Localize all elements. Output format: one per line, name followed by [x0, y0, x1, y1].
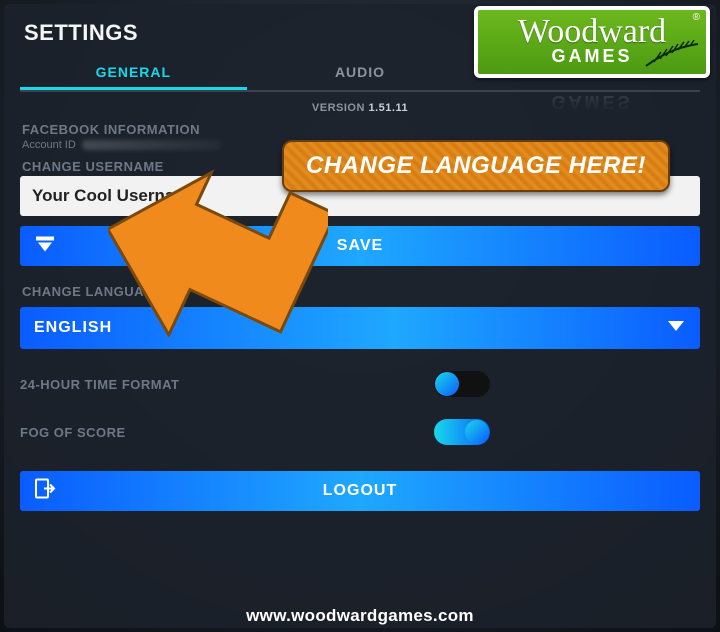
chevron-down-icon	[666, 319, 686, 338]
tab-general[interactable]: GENERAL	[20, 54, 247, 90]
fern-icon	[640, 40, 700, 70]
time-format-row: 24-HOUR TIME FORMAT	[20, 371, 700, 397]
language-selected: ENGLISH	[34, 319, 112, 337]
fog-toggle[interactable]	[434, 419, 490, 445]
version-label: VERSION	[312, 102, 365, 114]
account-id-label: Account ID	[22, 139, 76, 151]
tab-audio[interactable]: AUDIO	[247, 54, 474, 90]
fog-row: FOG OF SCORE	[20, 419, 700, 445]
save-button[interactable]: SAVE	[20, 226, 700, 266]
registered-mark: ®	[693, 12, 700, 23]
settings-panel: SETTINGS GENERAL AUDIO GRAPHICS VERSION …	[4, 4, 716, 628]
woodward-games-logo: ® Woodward GAMES	[474, 6, 710, 78]
language-dropdown[interactable]: ENGLISH	[20, 307, 700, 349]
version-value: 1.51.11	[368, 102, 408, 114]
logout-label: LOGOUT	[323, 482, 397, 500]
version-text: VERSION 1.51.11	[20, 102, 700, 114]
save-icon	[34, 235, 56, 258]
account-id-value-redacted	[82, 140, 222, 150]
save-label: SAVE	[337, 237, 383, 255]
toggle-knob	[465, 420, 489, 444]
language-heading: CHANGE LANGUAGE	[22, 284, 700, 299]
logout-icon	[34, 478, 56, 505]
fog-label: FOG OF SCORE	[20, 425, 126, 440]
logout-button[interactable]: LOGOUT	[20, 471, 700, 511]
footer-url: www.woodwardgames.com	[0, 606, 720, 626]
facebook-heading: FACEBOOK INFORMATION	[22, 122, 700, 137]
time-format-label: 24-HOUR TIME FORMAT	[20, 377, 179, 392]
toggle-knob	[435, 372, 459, 396]
time-format-toggle[interactable]	[434, 371, 490, 397]
logo-line2: GAMES	[551, 46, 632, 67]
annotation-banner: CHANGE LANGUAGE HERE!	[282, 140, 670, 192]
